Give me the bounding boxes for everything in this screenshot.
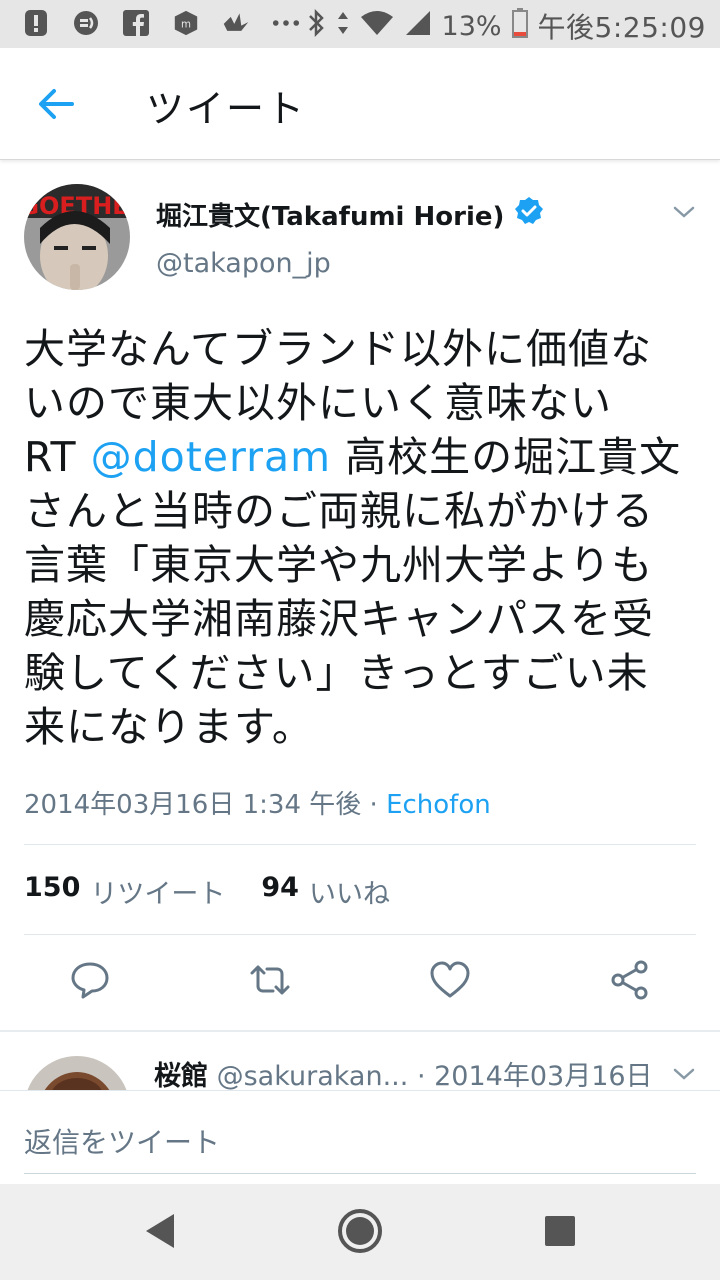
tweet-line: さんと当時のご両親に私がかける [24,487,654,535]
reply-composer: 返信をツイート [0,1090,720,1184]
reply-separator: · [416,1061,426,1092]
author-avatar[interactable]: GOETHE [24,184,130,290]
reply-input[interactable]: 返信をツイート [24,1121,220,1161]
tweet-line-rt: RT @doterram 高校生の堀江貴文 [24,430,696,484]
facebook-icon [122,8,150,38]
bird-icon [222,8,250,38]
input-underline [24,1173,696,1174]
retweet-label[interactable]: リツイート [90,872,225,911]
back-triangle-icon[interactable] [136,1206,186,1256]
recents-square-icon[interactable] [535,1206,585,1256]
section-divider [0,1030,720,1032]
share-icon[interactable] [608,958,652,1002]
tweet-timestamp: 2014年03月16日 1:34 午後 [24,790,362,820]
retweet-count[interactable]: 150 [24,872,80,911]
signal-icon [404,9,432,44]
like-heart-icon[interactable] [428,958,472,1002]
divider [24,934,696,935]
tweet-text: 大学なんてブランド以外に価値な いので東大以外にいく意味ない RT @doter… [24,322,696,754]
battery-icon [511,7,528,45]
tweet-line: 慶応大学湘南藤沢キャンパスを受 [24,595,654,643]
reply-header: 桜館 @sakurakan... · 2014年03月16日 [154,1054,653,1093]
notification-icons: m [22,8,300,38]
chevron-down-icon[interactable] [672,204,696,220]
tweet-line: いので東大以外にいく意味ない [24,379,612,427]
verified-badge-icon [514,196,544,233]
like-count[interactable]: 94 [261,872,299,911]
more-icon [272,8,300,38]
wifi-icon [360,9,394,44]
engagement-stats: 150 リツイート 94 いいね [24,872,390,911]
system-indicators: 13% 午後5:25:09 [306,6,706,46]
alert-icon [22,8,50,38]
system-nav-bar [0,1184,720,1280]
back-arrow-icon[interactable] [36,84,76,124]
chevron-down-icon[interactable] [672,1066,696,1082]
svg-text:m: m [181,19,191,31]
page-title: ツイート [146,87,307,131]
bluetooth-icon [306,8,326,45]
mention-link[interactable]: @doterram [91,433,331,481]
reply-icon[interactable] [68,958,112,1002]
reply-date: 2014年03月16日 [434,1061,653,1092]
divider [24,844,696,845]
tweet-line: 大学なんてブランド以外に価値な [24,325,652,373]
battery-percent: 13% [441,10,502,42]
reply-author-handle[interactable]: @sakurakan... [217,1061,409,1092]
tweet-line: 高校生の堀江貴文 [345,433,682,481]
like-label[interactable]: いいね [309,872,390,911]
tweet-meta: 2014年03月16日 1:34 午後 · Echofon [24,784,491,821]
status-bar: m 13% 午後5:25:09 [0,0,720,48]
reply-author-name[interactable]: 桜館 [154,1061,208,1092]
tweet-line: 来になります。 [24,703,314,751]
q-app-icon [72,8,100,38]
meta-separator: · [369,790,378,820]
tweet-line: 験してください」きっとすごい未 [24,649,649,697]
data-arrows-icon [336,8,350,45]
source-app-link[interactable]: Echofon [386,790,491,820]
rt-prefix: RT [24,433,77,481]
author-handle[interactable]: @takapon_jp [156,248,331,279]
author-name[interactable]: 堀江貴文(Takafumi Horie) [156,196,544,233]
clock: 午後5:25:09 [537,11,706,44]
tweet-actions [0,958,720,1010]
top-app-bar: ツイート [0,48,720,160]
tweet-line: 言葉「東京大学や九州大学よりも [24,541,654,589]
app-icon: m [172,8,200,38]
author-name-text: 堀江貴文(Takafumi Horie) [156,202,505,232]
home-circle-icon[interactable] [335,1206,385,1256]
retweet-icon[interactable] [248,958,292,1002]
